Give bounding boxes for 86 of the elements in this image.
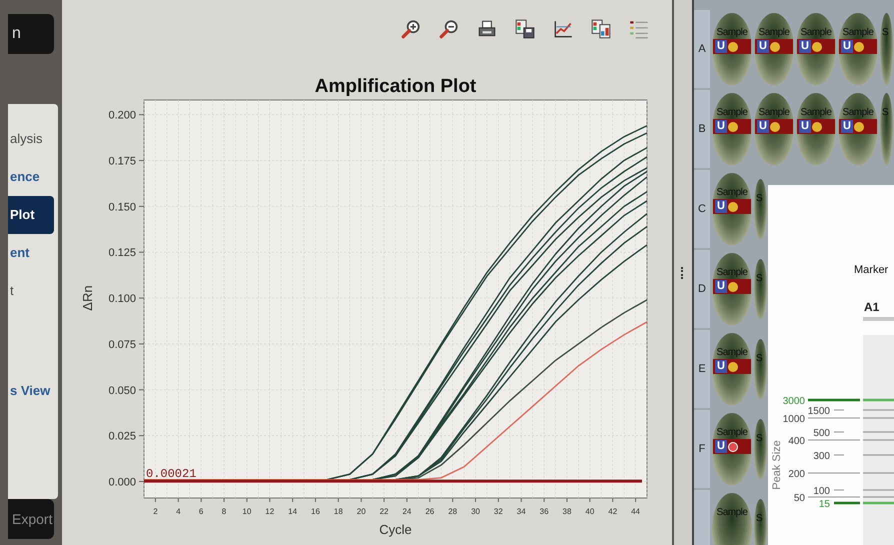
size-label: 400 [788, 436, 805, 447]
task-badge: U [715, 40, 727, 53]
well-label: S [756, 193, 762, 204]
y-tick-label: 0.025 [108, 430, 136, 443]
x-tick-label: 2 [153, 507, 158, 516]
y-tick-label: 0.200 [108, 110, 136, 122]
y-tick-label: 0.175 [108, 156, 136, 168]
well-label: Sample [716, 427, 748, 438]
x-tick-label: 20 [356, 507, 366, 516]
task-badge: U [799, 40, 811, 53]
x-tick-label: 36 [540, 507, 549, 516]
x-tick-label: 32 [494, 507, 503, 516]
size-label: 200 [788, 469, 805, 480]
well-label: S [882, 107, 888, 118]
size-label: 15 [818, 499, 830, 510]
well-label: S [756, 433, 762, 444]
size-label: 1000 [782, 414, 805, 425]
well-label: S [882, 27, 888, 38]
well-label: S [756, 513, 762, 524]
y-tick-label: 0.100 [108, 293, 136, 306]
well-label: Sample [716, 347, 748, 358]
lane-label: A1 [864, 300, 880, 314]
x-tick-label: 14 [288, 507, 298, 516]
x-tick-label: 18 [334, 507, 343, 516]
well-label: Sample [716, 507, 748, 518]
x-tick-label: 6 [198, 507, 204, 516]
task-badge: U [715, 440, 727, 453]
well-label: S [756, 353, 762, 364]
row-header: B [694, 90, 710, 168]
size-label: 300 [813, 451, 830, 462]
x-tick-label: 10 [242, 507, 252, 516]
x-axis-label: Cycle [379, 522, 412, 537]
x-tick-label: 34 [516, 507, 526, 516]
task-badge: U [757, 40, 769, 53]
x-tick-label: 30 [471, 507, 480, 516]
chart-title: Amplification Plot [314, 76, 476, 97]
task-badge: U [841, 40, 853, 53]
task-badge: U [715, 280, 727, 293]
well-label: Sample [800, 107, 832, 118]
size-label: 100 [813, 486, 830, 497]
well-label: Sample [716, 267, 748, 278]
size-label: 1500 [808, 406, 830, 417]
y-tick-label: 0.050 [108, 384, 136, 397]
row-header: A [694, 10, 710, 88]
size-label: 50 [794, 493, 805, 504]
row-header: E [694, 330, 710, 408]
well-label: Sample [716, 107, 748, 118]
y-tick-label: 0.150 [108, 201, 136, 214]
threshold-value: 0.00021 [146, 467, 196, 482]
task-badge: U [799, 120, 811, 133]
size-label: 3000 [782, 396, 805, 407]
x-tick-label: 4 [176, 507, 181, 516]
task-badge: U [841, 120, 853, 133]
x-tick-label: 24 [402, 507, 412, 516]
well-label: Sample [716, 27, 748, 38]
axis-label: Peak Size [771, 440, 783, 490]
x-tick-label: 26 [425, 507, 434, 516]
well-label: Sample [842, 27, 874, 38]
task-badge: U [757, 120, 769, 133]
well-label: Sample [758, 27, 790, 38]
lane-header: Marker [854, 264, 888, 276]
x-tick-label: 16 [311, 507, 320, 516]
x-tick-label: 38 [562, 507, 572, 516]
x-tick-label: 44 [631, 507, 640, 516]
y-tick-label: 0.000 [108, 476, 136, 488]
task-badge: U [715, 120, 727, 133]
x-tick-label: 28 [448, 507, 458, 516]
well-label: Sample [800, 27, 832, 38]
task-badge: U [715, 200, 727, 213]
size-label: 500 [813, 428, 830, 439]
y-tick-label: 0.125 [108, 247, 136, 260]
row-header: C [694, 170, 710, 248]
x-tick-label: 12 [265, 507, 274, 516]
well-label: Sample [842, 107, 874, 118]
well-label: Sample [758, 107, 790, 118]
x-tick-label: 42 [608, 507, 618, 516]
task-badge: U [715, 360, 727, 373]
x-tick-label: 40 [585, 507, 594, 516]
well-label: Sample [716, 187, 748, 198]
y-axis-label: ΔRn [80, 285, 95, 311]
row-header: D [694, 250, 710, 328]
row-header: F [694, 410, 710, 488]
y-tick-label: 0.075 [108, 338, 136, 351]
x-tick-label: 8 [222, 507, 226, 516]
well-label: S [756, 273, 762, 284]
x-tick-label: 22 [380, 507, 389, 516]
